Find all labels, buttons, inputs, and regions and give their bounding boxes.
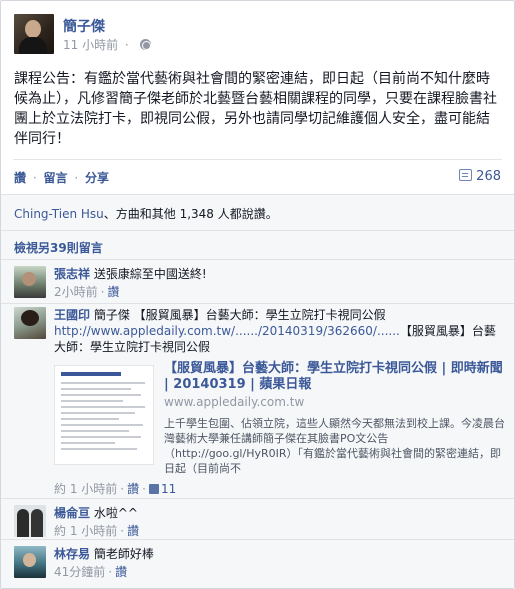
share-button[interactable]: 分享	[85, 171, 109, 185]
meta-separator: ·	[120, 524, 125, 538]
commenter-name[interactable]: 林存易	[54, 547, 90, 561]
comment-count-value: 268	[476, 169, 501, 184]
preview-description: 上千學生包圍、佔領立院，這些人顯然今天都無法到校上課。今凌晨台灣藝術大學兼任講師…	[164, 417, 505, 475]
comment-like-button[interactable]: 讚	[127, 482, 139, 496]
commenter-avatar[interactable]	[14, 546, 46, 578]
view-more-comments[interactable]: 檢視另39則留言	[14, 239, 103, 256]
divider	[1, 303, 514, 304]
comment-meta: 2小時前 · 讚	[54, 284, 502, 300]
like-count-value: 11	[160, 482, 177, 496]
meta-separator: ·	[142, 482, 146, 496]
comment-text: 送張康綜至中國送終!	[93, 267, 207, 281]
comment-body: 林存易 簡老師好棒 41分鐘前 · 讚	[54, 546, 502, 580]
preview-thumbnail[interactable]	[54, 365, 154, 465]
post-timestamp[interactable]: 11 小時前	[63, 38, 118, 52]
comment-time[interactable]: 2小時前	[54, 285, 98, 299]
action-separator: ·	[74, 171, 79, 185]
likes-summary: Ching-Tien Hsu、方曲和其他 1,348 人都說讚。	[14, 205, 501, 222]
feedback-section: Ching-Tien Hsu、方曲和其他 1,348 人都說讚。 檢視另39則留…	[1, 194, 514, 588]
comment-like-button[interactable]: 讚	[115, 565, 127, 579]
comment-item: 王國印 簡子傑 【服貿風暴】台藝大師：學生立院打卡視同公假 http://www…	[14, 307, 505, 497]
comment-text: 水啦^^	[93, 506, 138, 520]
comment-meta: 約 1 小時前 · 讚	[54, 523, 502, 539]
likes-rest: 、方曲和其他 1,348 人都說讚。	[103, 207, 278, 221]
author-avatar[interactable]	[14, 14, 54, 54]
divider	[1, 498, 514, 499]
comment-body: 楊侖亘 水啦^^ 約 1 小時前 · 讚	[54, 505, 502, 539]
globe-icon[interactable]	[139, 39, 151, 50]
comment-count[interactable]: 268	[459, 169, 501, 184]
comment-time[interactable]: 41分鐘前	[54, 565, 105, 579]
comment-like-count[interactable]: 11	[148, 482, 177, 496]
meta-separator: ·	[108, 565, 113, 579]
preview-domain: www.appledaily.com.tw	[164, 395, 305, 409]
post-meta: 11 小時前 ·	[63, 36, 151, 53]
comment-like-button[interactable]: 讚	[127, 524, 139, 538]
comment-meta: 約 1 小時前 · 讚 · 11	[54, 480, 176, 497]
divider	[1, 539, 514, 540]
comment-time[interactable]: 約 1 小時前	[54, 482, 117, 496]
comment-link[interactable]: http://www.appledaily.com.tw/....../2014…	[54, 324, 400, 338]
action-separator: ·	[32, 171, 37, 185]
action-bar: 讚 · 留言 · 分享 268	[14, 169, 501, 187]
thumbs-up-icon	[148, 484, 159, 494]
comment-text: 簡老師好棒	[93, 547, 154, 561]
meta-separator: ·	[120, 482, 125, 496]
meta-separator: ·	[124, 38, 129, 52]
comment-text: 簡子傑 【服貿風暴】台藝大師：學生立院打卡視同公假	[93, 308, 386, 322]
preview-title[interactable]: 【服貿風暴】台藝大師：學生立院打卡視同公假 | 即時新聞 | 20140319 …	[164, 361, 509, 393]
commenter-name[interactable]: 張志祥	[54, 267, 90, 281]
commenter-avatar[interactable]	[14, 266, 46, 298]
post-text: 課程公告：有鑑於當代藝術與社會間的緊密連結，即日起（目前尚不知什麼時候為止），凡…	[14, 71, 497, 147]
comment-like-button[interactable]: 讚	[107, 285, 119, 299]
comment-meta: 41分鐘前 · 讚	[54, 564, 502, 580]
commenter-avatar[interactable]	[14, 505, 46, 537]
like-button[interactable]: 讚	[14, 171, 26, 185]
comment-body: 張志祥 送張康綜至中國送終! 2小時前 · 讚	[54, 266, 502, 300]
post-card: 簡子傑 11 小時前 · 課程公告：有鑑於當代藝術與社會間的緊密連結，即日起（目…	[0, 0, 515, 589]
comment-button[interactable]: 留言	[44, 171, 68, 185]
comment-body: 王國印 簡子傑 【服貿風暴】台藝大師：學生立院打卡視同公假 http://www…	[54, 307, 502, 355]
divider	[1, 259, 514, 260]
comment-item: 林存易 簡老師好棒 41分鐘前 · 讚	[14, 546, 502, 580]
commenter-name[interactable]: 楊侖亘	[54, 506, 90, 520]
comment-icon	[459, 169, 473, 181]
comment-item: 張志祥 送張康綜至中國送終! 2小時前 · 讚	[14, 266, 502, 300]
commenter-avatar[interactable]	[14, 307, 46, 339]
divider	[13, 159, 502, 160]
liker-name[interactable]: Ching-Tien Hsu	[14, 207, 104, 221]
comment-time[interactable]: 約 1 小時前	[54, 524, 117, 538]
link-preview[interactable]: 【服貿風暴】台藝大師：學生立院打卡視同公假 | 即時新聞 | 20140319 …	[54, 361, 514, 481]
comment-item: 楊侖亘 水啦^^ 約 1 小時前 · 讚	[14, 505, 502, 539]
divider	[1, 230, 514, 231]
commenter-name[interactable]: 王國印	[54, 308, 90, 322]
author-name[interactable]: 簡子傑	[63, 16, 105, 36]
meta-separator: ·	[100, 285, 105, 299]
